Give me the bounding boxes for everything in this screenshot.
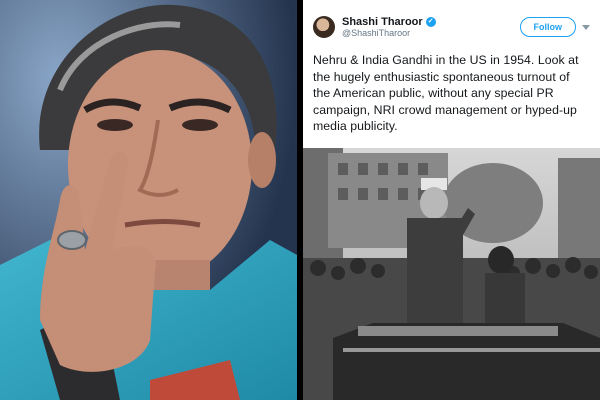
tweet-text: Nehru & India Gandhi in the US in 1954. … [313,53,579,133]
composite-image: Shashi Tharoor ✓ @ShashiTharoor Follow N… [0,0,600,400]
portrait-photo [0,0,297,400]
archival-photo-illustration [303,148,600,400]
chevron-down-icon[interactable] [582,24,590,30]
follow-button[interactable]: Follow [519,17,576,37]
handle[interactable]: @ShashiTharoor [342,28,436,38]
tweet-header: Shashi Tharoor ✓ @ShashiTharoor Follow [313,10,590,44]
portrait-illustration [0,0,297,400]
avatar[interactable] [313,16,335,38]
archival-motorcade-photo [303,148,600,400]
tweet-card: Shashi Tharoor ✓ @ShashiTharoor Follow N… [303,0,600,148]
name-block: Shashi Tharoor ✓ @ShashiTharoor [342,16,436,39]
display-name[interactable]: Shashi Tharoor [342,16,423,29]
name-row: Shashi Tharoor ✓ [342,16,436,29]
verified-badge-icon: ✓ [425,16,436,27]
right-panel: Shashi Tharoor ✓ @ShashiTharoor Follow N… [303,0,600,400]
